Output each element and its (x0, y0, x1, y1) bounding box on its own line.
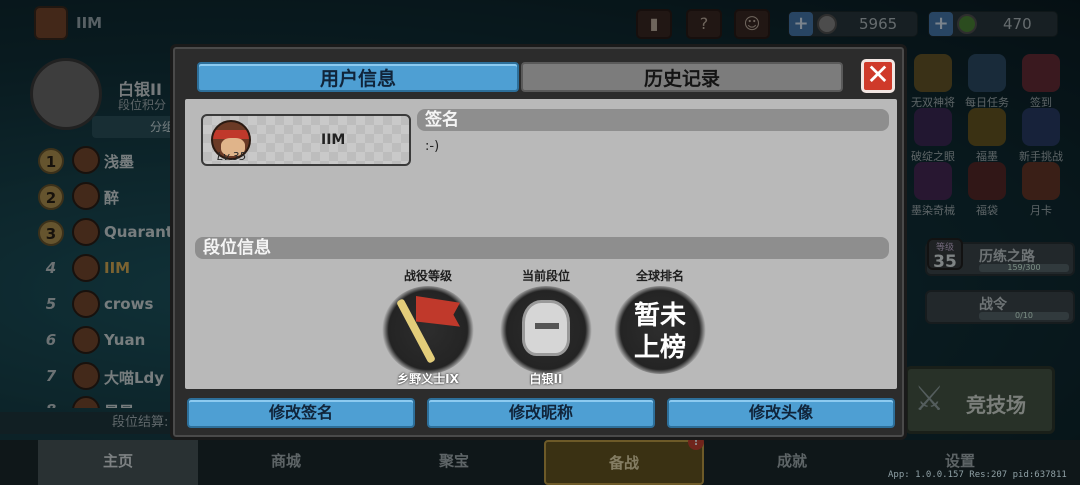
player-card: Lv.35 IIM (201, 114, 411, 166)
user-info-content: Lv.35 IIM 签名 :-) 段位信息 战役等级 乡野义士IX 当前段位 白… (185, 99, 897, 389)
tab-history[interactable]: 历史记录 (521, 62, 843, 92)
rank-info-header: 段位信息 (195, 237, 889, 259)
campaign-flag-icon: 乡野义士IX (382, 286, 474, 386)
user-info-dialog: 用户信息 历史记录 ✕ Lv.35 IIM 签名 :-) 段位信息 战役等级 乡… (170, 44, 907, 440)
player-level: Lv.35 (217, 150, 247, 163)
edit-avatar-button[interactable]: 修改头像 (667, 398, 895, 428)
global-ranking-caption: 全球排名 (635, 269, 684, 283)
campaign-level: 战役等级 乡野义士IX (373, 267, 483, 386)
close-button[interactable]: ✕ (861, 59, 895, 93)
signature-text: :-) (425, 139, 440, 154)
edit-signature-button[interactable]: 修改签名 (187, 398, 415, 428)
silver-helmet-icon: 白银II (500, 286, 592, 386)
version-info: App: 1.0.0.157 Res:207 pid:637811 (888, 470, 1067, 480)
global-ranking: 全球排名 暂未 上榜 (605, 267, 715, 374)
current-rank-value: 白银II (529, 372, 563, 386)
campaign-level-caption: 战役等级 (403, 269, 452, 283)
global-ranking-value: 暂未 上榜 (633, 301, 686, 363)
player-nickname: IIM (321, 132, 346, 148)
edit-nickname-button[interactable]: 修改昵称 (427, 398, 655, 428)
campaign-level-value: 乡野义士IX (397, 372, 459, 386)
current-rank-caption: 当前段位 (521, 269, 570, 283)
global-ranking-badge: 暂未 上榜 (614, 286, 706, 374)
signature-header: 签名 (417, 109, 889, 131)
current-rank: 当前段位 白银II (491, 267, 601, 386)
tab-user-info[interactable]: 用户信息 (197, 62, 519, 92)
